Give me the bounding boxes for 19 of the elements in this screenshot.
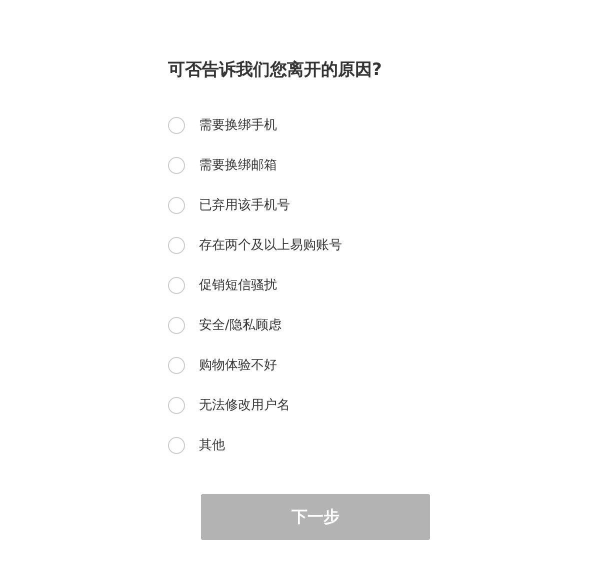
question-title: 可否告诉我们您离开的原因? bbox=[168, 59, 383, 82]
option-label: 其他 bbox=[199, 437, 225, 454]
option-label: 促销短信骚扰 bbox=[199, 277, 277, 294]
radio-button[interactable] bbox=[168, 116, 185, 134]
radio-button[interactable] bbox=[168, 236, 185, 254]
radio-button[interactable] bbox=[168, 396, 185, 414]
radio-button[interactable] bbox=[168, 316, 185, 334]
option-label: 需要换绑邮箱 bbox=[199, 157, 277, 174]
radio-button[interactable] bbox=[168, 436, 185, 454]
option-label: 需要换绑手机 bbox=[199, 117, 277, 134]
radio-button[interactable] bbox=[168, 156, 185, 174]
option-label: 存在两个及以上易购账号 bbox=[199, 237, 342, 254]
option-label: 已弃用该手机号 bbox=[199, 197, 290, 214]
option-label: 无法修改用户名 bbox=[199, 397, 290, 414]
radio-button[interactable] bbox=[168, 196, 185, 214]
radio-button[interactable] bbox=[168, 356, 185, 374]
option-label: 购物体验不好 bbox=[199, 357, 277, 374]
option-label: 安全/隐私顾虑 bbox=[199, 317, 282, 334]
radio-button[interactable] bbox=[168, 276, 185, 294]
